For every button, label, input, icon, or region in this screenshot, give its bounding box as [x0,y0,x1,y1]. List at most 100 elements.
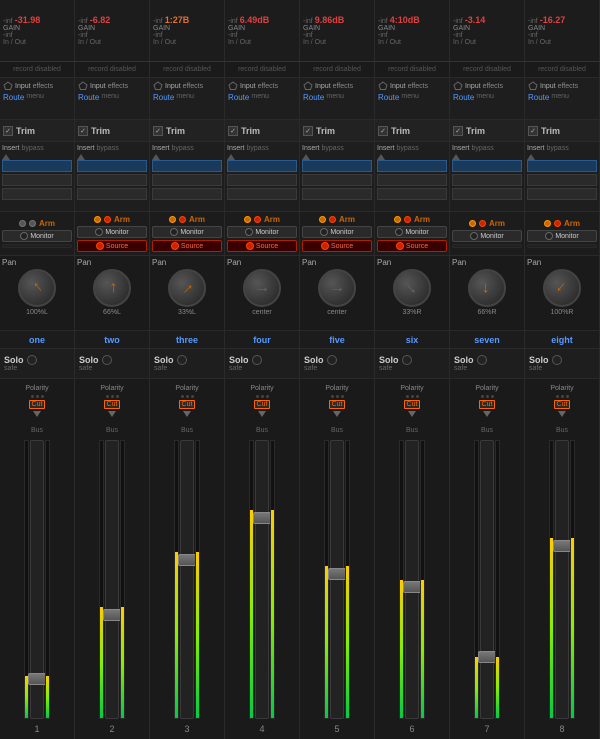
fader-track[interactable] [105,440,119,719]
insert-slot-3[interactable] [452,188,522,200]
solo-button[interactable] [177,355,187,365]
arm-dot-2[interactable] [329,216,336,223]
solo-button[interactable] [102,355,112,365]
cut-button[interactable]: Cut [329,400,346,409]
fader-track[interactable] [480,440,494,719]
cut-button[interactable]: Cut [479,400,496,409]
name-cell-4[interactable]: four [225,331,300,348]
insert-slot-1[interactable] [152,160,222,172]
pan-knob[interactable]: → [393,269,431,307]
route-button[interactable]: Route [3,93,24,102]
cut-button[interactable]: Cut [554,400,571,409]
route-button[interactable]: Route [228,93,249,102]
pan-knob[interactable]: → [93,269,131,307]
source-button[interactable]: Source [77,240,147,252]
solo-button[interactable] [27,355,37,365]
fader-track[interactable] [255,440,269,719]
route-button[interactable]: Route [453,93,474,102]
name-cell-1[interactable]: one [0,331,75,348]
pan-knob[interactable]: → [243,269,281,307]
arm-dot-2[interactable] [554,220,561,227]
insert-slot-2[interactable] [152,174,222,186]
monitor-button[interactable]: Monitor [377,226,447,238]
source-button[interactable]: Source [302,240,372,252]
arm-dot-2[interactable] [29,220,36,227]
arm-dot-1[interactable] [94,216,101,223]
monitor-button[interactable]: Monitor [302,226,372,238]
pan-knob[interactable]: → [168,269,206,307]
trim-checkbox[interactable] [378,126,388,136]
route-button[interactable]: Route [303,93,324,102]
insert-slot-2[interactable] [77,174,147,186]
cut-button[interactable]: Cut [404,400,421,409]
insert-slot-3[interactable] [377,188,447,200]
insert-slot-3[interactable] [152,188,222,200]
insert-slot-2[interactable] [227,174,297,186]
insert-slot-2[interactable] [527,174,597,186]
route-button[interactable]: Route [153,93,174,102]
insert-slot-1[interactable] [2,160,72,172]
route-button[interactable]: Route [528,93,549,102]
arm-dot-2[interactable] [104,216,111,223]
pan-knob[interactable]: → [318,269,356,307]
fader-track[interactable] [330,440,344,719]
arm-dot-2[interactable] [479,220,486,227]
insert-slot-3[interactable] [302,188,372,200]
monitor-button[interactable]: Monitor [2,230,72,242]
source-button[interactable]: Source [227,240,297,252]
arm-dot-1[interactable] [169,216,176,223]
route-button[interactable]: Route [78,93,99,102]
trim-checkbox[interactable] [528,126,538,136]
insert-slot-3[interactable] [227,188,297,200]
fader-track[interactable] [555,440,569,719]
arm-dot-1[interactable] [19,220,26,227]
solo-button[interactable] [252,355,262,365]
insert-slot-2[interactable] [2,174,72,186]
arm-dot-1[interactable] [319,216,326,223]
name-cell-6[interactable]: six [375,331,450,348]
name-cell-3[interactable]: three [150,331,225,348]
arm-dot-2[interactable] [404,216,411,223]
pan-knob[interactable]: → [18,269,56,307]
trim-checkbox[interactable] [3,126,13,136]
insert-slot-3[interactable] [2,188,72,200]
monitor-button[interactable]: Monitor [152,226,222,238]
name-cell-7[interactable]: seven [450,331,525,348]
name-cell-8[interactable]: eight [525,331,600,348]
solo-button[interactable] [552,355,562,365]
solo-button[interactable] [402,355,412,365]
trim-checkbox[interactable] [78,126,88,136]
insert-slot-2[interactable] [452,174,522,186]
trim-checkbox[interactable] [153,126,163,136]
arm-dot-1[interactable] [544,220,551,227]
pan-knob[interactable]: → [468,269,506,307]
insert-slot-3[interactable] [527,188,597,200]
insert-slot-3[interactable] [77,188,147,200]
insert-slot-1[interactable] [377,160,447,172]
cut-button[interactable]: Cut [29,400,46,409]
monitor-button[interactable]: Monitor [527,230,597,242]
insert-slot-1[interactable] [77,160,147,172]
insert-slot-1[interactable] [452,160,522,172]
cut-button[interactable]: Cut [254,400,271,409]
insert-slot-1[interactable] [527,160,597,172]
monitor-button[interactable]: Monitor [227,226,297,238]
trim-checkbox[interactable] [303,126,313,136]
fader-track[interactable] [30,440,44,719]
pan-knob[interactable]: → [543,269,581,307]
source-button[interactable]: Source [377,240,447,252]
trim-checkbox[interactable] [228,126,238,136]
solo-button[interactable] [477,355,487,365]
route-button[interactable]: Route [378,93,399,102]
monitor-button[interactable]: Monitor [452,230,522,242]
arm-dot-2[interactable] [254,216,261,223]
arm-dot-2[interactable] [179,216,186,223]
cut-button[interactable]: Cut [179,400,196,409]
fader-track[interactable] [405,440,419,719]
monitor-button[interactable]: Monitor [77,226,147,238]
cut-button[interactable]: Cut [104,400,121,409]
solo-button[interactable] [327,355,337,365]
insert-slot-1[interactable] [302,160,372,172]
arm-dot-1[interactable] [244,216,251,223]
trim-checkbox[interactable] [453,126,463,136]
